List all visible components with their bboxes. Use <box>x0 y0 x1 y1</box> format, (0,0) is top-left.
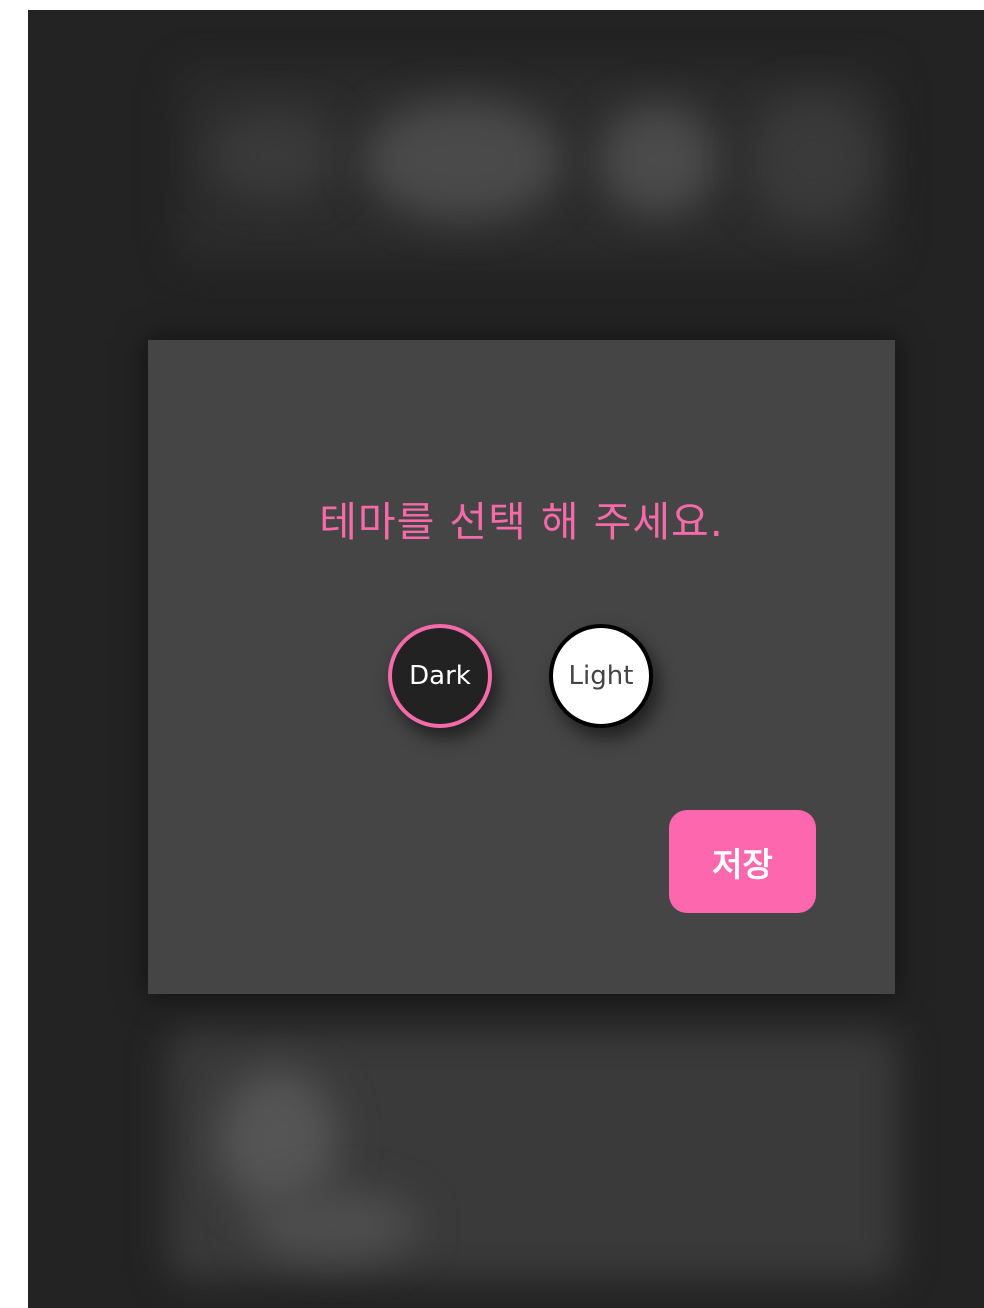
theme-option-label: Light <box>568 661 634 691</box>
blurred-header-element <box>363 100 563 220</box>
blurred-header-element <box>208 110 338 200</box>
theme-option-dark[interactable]: Dark <box>388 624 492 728</box>
app-screen: 테마를 선택 해 주세요. Dark Light 저장 <box>28 10 984 1308</box>
save-button[interactable]: 저장 <box>669 810 816 913</box>
blurred-content-element <box>248 1190 418 1260</box>
save-button-label: 저장 <box>712 844 773 884</box>
blurred-header-element <box>598 105 718 215</box>
theme-select-modal: 테마를 선택 해 주세요. Dark Light 저장 <box>148 340 895 994</box>
theme-option-label: Dark <box>409 661 471 691</box>
theme-option-light[interactable]: Light <box>549 624 653 728</box>
blurred-content-element <box>218 1070 338 1210</box>
modal-title: 테마를 선택 해 주세요. <box>319 498 724 546</box>
blurred-header-element <box>748 95 878 225</box>
